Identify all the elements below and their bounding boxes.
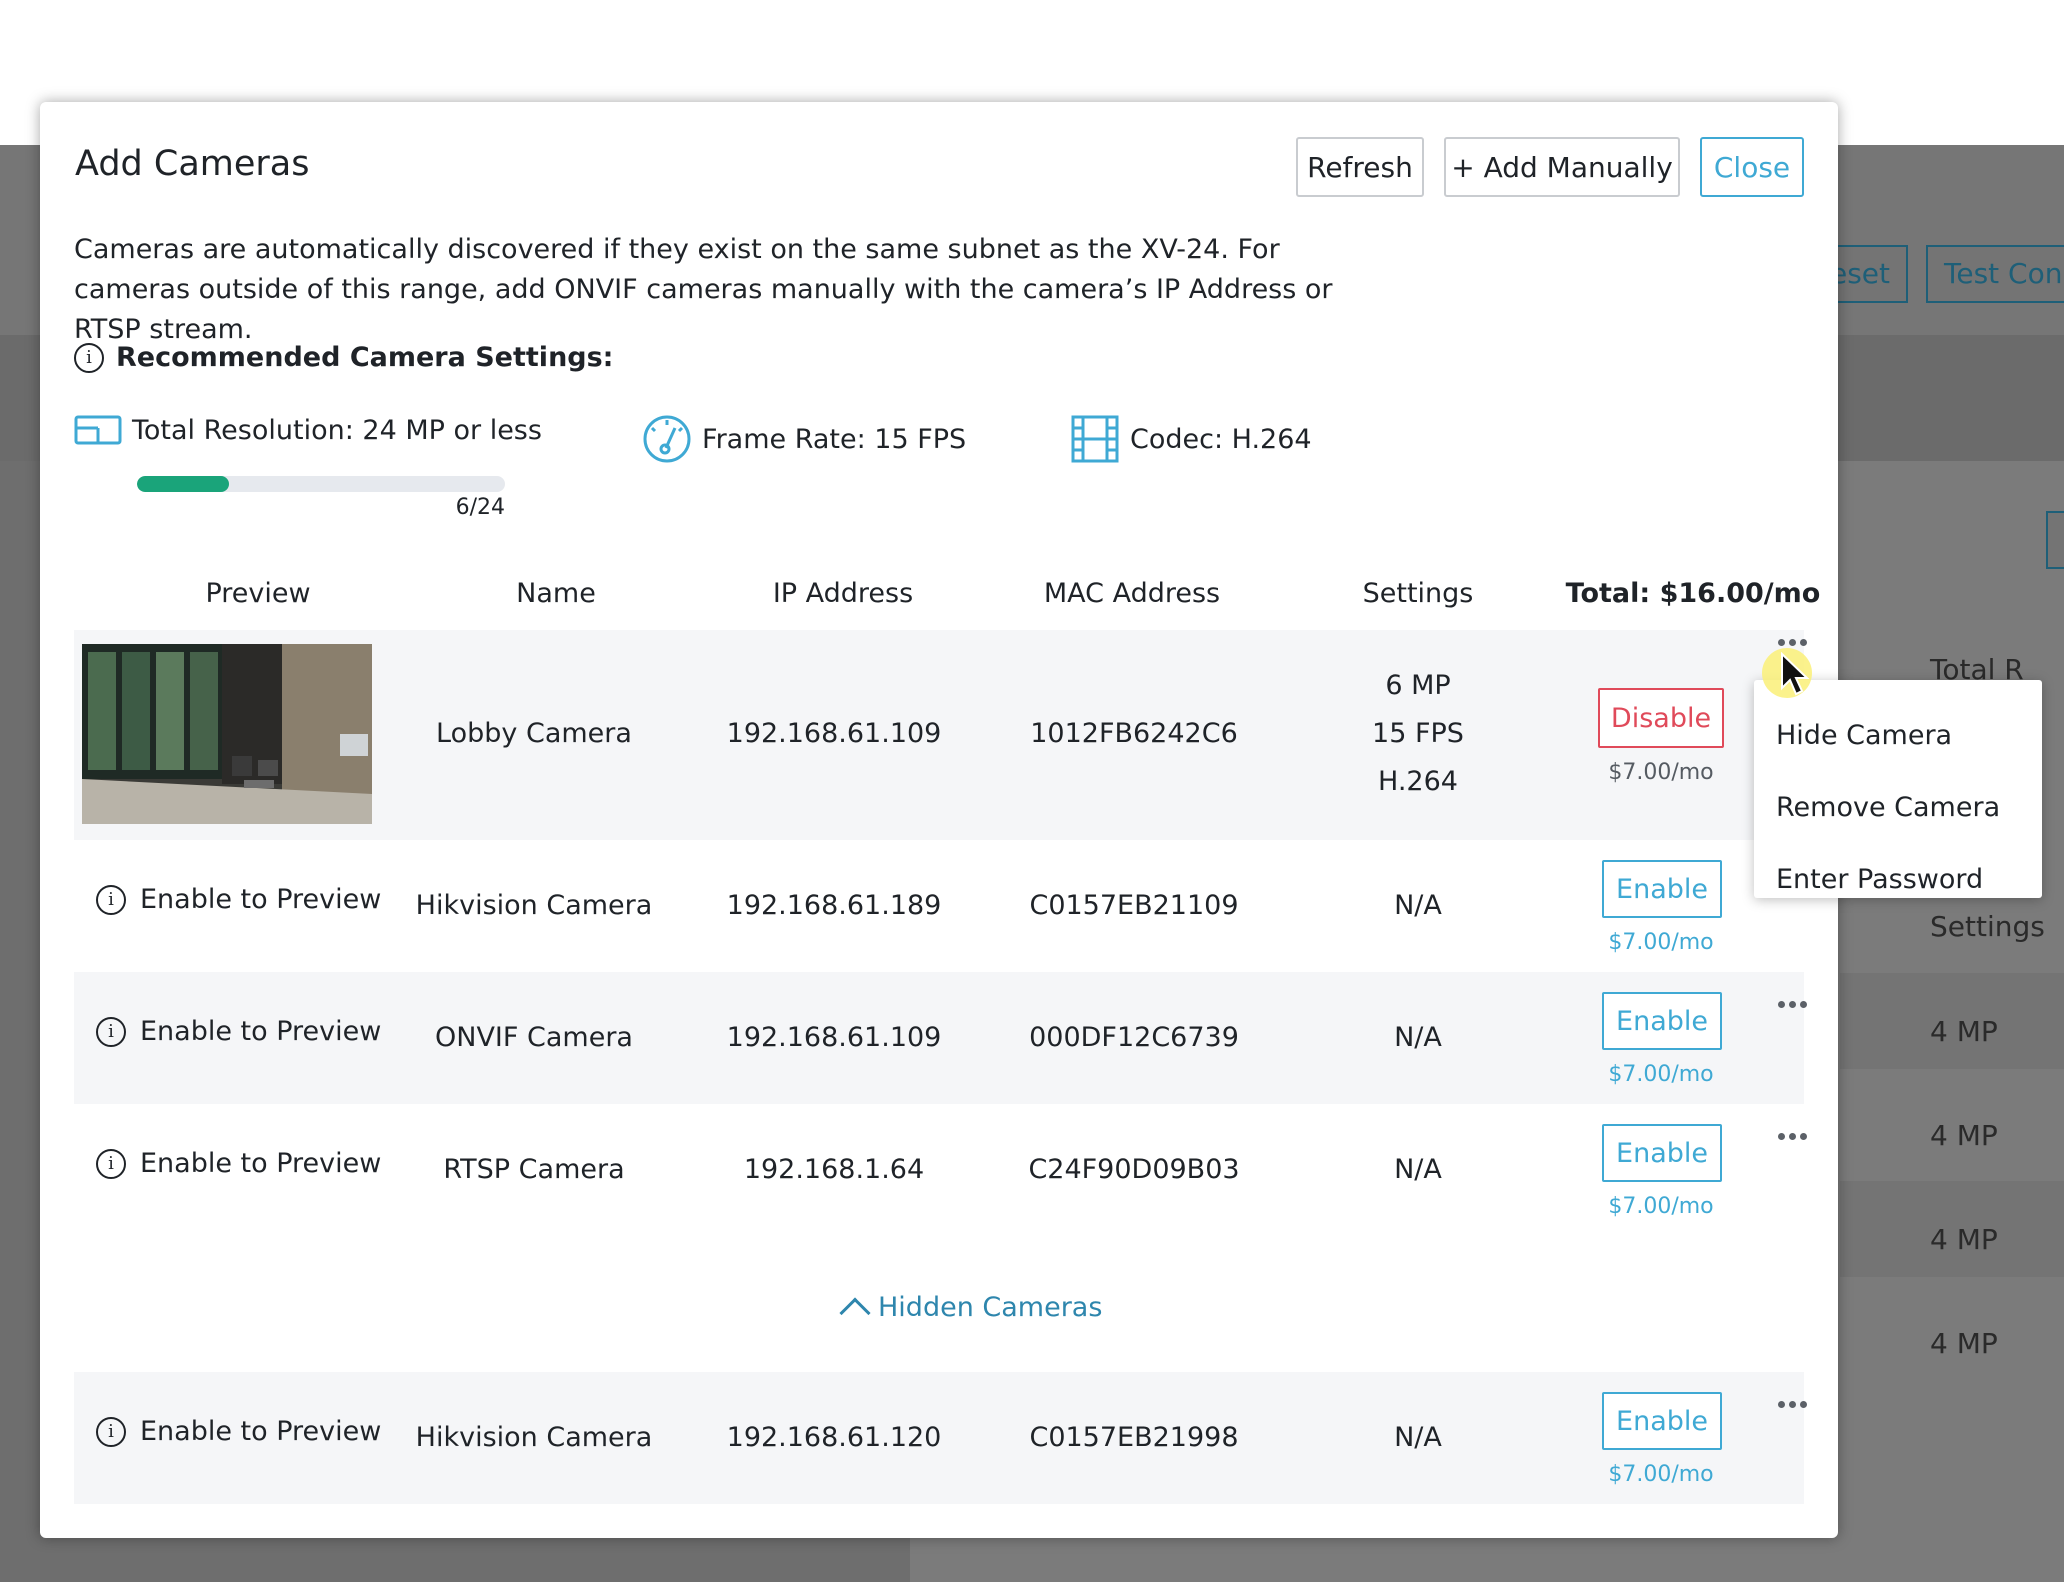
refresh-button[interactable]: Refresh <box>1296 137 1424 197</box>
camera-price: $7.00/mo <box>1608 1462 1714 1487</box>
camera-name: ONVIF Camera <box>435 1022 633 1053</box>
enable-to-preview: i Enable to Preview <box>96 1148 381 1179</box>
enable-camera-button[interactable]: Enable <box>1602 860 1722 918</box>
camera-ip: 192.168.61.109 <box>726 718 942 749</box>
camera-ip: 192.168.61.120 <box>726 1422 942 1453</box>
camera-name: Hikvision Camera <box>415 890 653 921</box>
camera-mac: C24F90D09B03 <box>1028 1154 1240 1185</box>
camera-settings: N/A <box>1394 890 1442 921</box>
add-cameras-modal: Add Cameras Refresh + Add Manually Close… <box>40 102 1838 1538</box>
camera-settings: N/A <box>1394 1154 1442 1185</box>
camera-mac: C0157EB21109 <box>1029 890 1239 921</box>
background-row-value: 4 MP <box>1930 1223 1998 1256</box>
modal-description: Cameras are automatically discovered if … <box>74 234 1333 345</box>
table-row: i Enable to Preview Hikvision Camera 192… <box>74 840 1804 972</box>
info-icon: i <box>96 1016 126 1047</box>
table-row: i Enable to Preview ONVIF Camera 192.168… <box>74 972 1807 1104</box>
enable-to-preview-label: Enable to Preview <box>140 1148 382 1179</box>
camera-name: Lobby Camera <box>436 718 632 749</box>
menu-item-hide-camera[interactable]: Hide Camera <box>1754 700 2042 772</box>
info-icon: i <box>96 1148 126 1179</box>
table-row: i Enable to Preview RTSP Camera 192.168.… <box>74 1104 1807 1236</box>
enable-camera-button[interactable]: Enable <box>1602 992 1722 1050</box>
background-row-value: 4 MP <box>1930 1015 1998 1048</box>
modal-title: Add Cameras <box>75 144 310 184</box>
info-icon: i <box>74 342 104 373</box>
column-header-name: Name <box>516 578 596 609</box>
more-dots-icon[interactable] <box>1770 992 1814 1016</box>
camera-setting-resolution: 6 MP <box>1385 670 1451 701</box>
camera-ip: 192.168.61.109 <box>726 1022 942 1053</box>
enable-camera-button[interactable]: Enable <box>1602 1392 1722 1450</box>
add-manually-button[interactable]: + Add Manually <box>1444 137 1680 197</box>
background-row-value: 4 MP <box>1930 1327 1998 1360</box>
camera-price: $7.00/mo <box>1608 930 1714 955</box>
enable-to-preview: i Enable to Preview <box>96 884 381 915</box>
close-button[interactable]: Close <box>1700 137 1804 197</box>
resolution-progress-count: 6/24 <box>455 495 505 520</box>
codec-label: Codec: H.264 <box>1130 423 1312 455</box>
column-header-total: Total: $16.00/mo <box>1565 578 1821 609</box>
enable-camera-button[interactable]: Enable <box>1602 1124 1722 1182</box>
resolution-label: Total Resolution: 24 MP or less <box>132 414 542 446</box>
frame-rate-label: Frame Rate: 15 FPS <box>702 423 967 455</box>
camera-name: Hikvision Camera <box>415 1422 653 1453</box>
table-row: Lobby Camera 192.168.61.109 1012FB6242C6… <box>74 630 1807 840</box>
hidden-cameras-label: Hidden Cameras <box>878 1291 1103 1323</box>
camera-settings: N/A <box>1394 1422 1442 1453</box>
enable-to-preview-label: Enable to Preview <box>140 884 382 915</box>
hidden-cameras-toggle[interactable]: Hidden Cameras <box>839 1290 1103 1329</box>
monitor-icon <box>74 415 122 445</box>
column-header-settings: Settings <box>1362 578 1474 609</box>
gauge-icon <box>643 415 691 463</box>
info-icon: i <box>96 1416 126 1447</box>
resolution-progress-bar <box>137 476 505 492</box>
camera-ip: 192.168.61.189 <box>726 890 942 921</box>
film-icon <box>1071 415 1119 463</box>
background-test-connection-button: Test Conn <box>1926 245 2064 303</box>
chevron-up-icon <box>839 1297 871 1329</box>
camera-price: $7.00/mo <box>1608 1194 1714 1219</box>
menu-item-enter-password[interactable]: Enter Password <box>1754 844 2042 916</box>
frame-rate-spec: Frame Rate: 15 FPS <box>642 414 966 464</box>
disable-camera-button[interactable]: Disable <box>1598 688 1724 748</box>
recommended-settings-heading: i Recommended Camera Settings: <box>74 342 613 373</box>
resolution-progress-fill <box>137 476 229 492</box>
resolution-spec: Total Resolution: 24 MP or less <box>74 414 542 446</box>
enable-to-preview-label: Enable to Preview <box>140 1416 382 1447</box>
recommended-settings-title: Recommended Camera Settings: <box>116 342 614 373</box>
camera-ip: 192.168.1.64 <box>743 1154 925 1185</box>
menu-item-remove-camera[interactable]: Remove Camera <box>1754 772 2042 844</box>
camera-mac: 1012FB6242C6 <box>1030 718 1238 749</box>
codec-spec: Codec: H.264 <box>1070 414 1312 464</box>
camera-preview-image[interactable] <box>82 644 372 824</box>
mouse-pointer-icon <box>1781 652 1810 696</box>
column-header-ip: IP Address <box>772 578 914 609</box>
camera-mac: 000DF12C6739 <box>1029 1022 1239 1053</box>
column-header-preview: Preview <box>205 578 311 609</box>
camera-options-menu: Hide Camera Remove Camera Enter Password <box>1754 680 2042 898</box>
camera-setting-codec: H.264 <box>1378 766 1458 797</box>
camera-name: RTSP Camera <box>443 1154 625 1185</box>
more-dots-icon[interactable] <box>1770 1392 1814 1416</box>
info-icon: i <box>96 884 126 915</box>
enable-to-preview: i Enable to Preview <box>96 1416 381 1447</box>
enable-to-preview-label: Enable to Preview <box>140 1016 382 1047</box>
background-button <box>2046 511 2064 569</box>
table-row: i Enable to Preview Hikvision Camera 192… <box>74 1372 1807 1504</box>
lobby-preview-thumbnail <box>82 644 372 824</box>
more-dots-icon[interactable] <box>1770 1124 1814 1148</box>
background-row-value: 4 MP <box>1930 1119 1998 1152</box>
camera-mac: C0157EB21998 <box>1029 1422 1239 1453</box>
camera-price: $7.00/mo <box>1608 1062 1714 1087</box>
enable-to-preview: i Enable to Preview <box>96 1016 381 1047</box>
column-header-mac: MAC Address <box>1043 578 1221 609</box>
camera-setting-frame-rate: 15 FPS <box>1372 718 1464 749</box>
camera-settings: N/A <box>1394 1022 1442 1053</box>
camera-price: $7.00/mo <box>1608 760 1714 785</box>
